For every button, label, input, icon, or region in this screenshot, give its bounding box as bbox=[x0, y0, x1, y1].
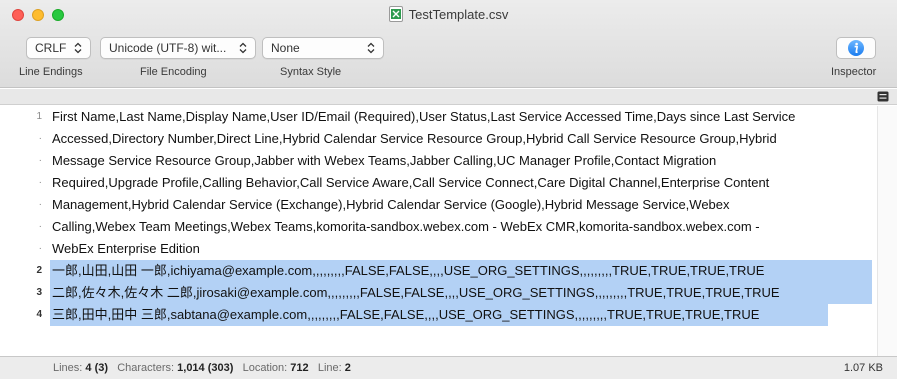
text-editor[interactable]: 1 · · · · · · 2 3 4 First Name,Last Name… bbox=[0, 106, 897, 356]
line-endings-label: Line Endings bbox=[19, 66, 83, 78]
line-endings-popup[interactable]: CRLF bbox=[26, 37, 91, 59]
file-encoding-value: Unicode (UTF-8) wit... bbox=[109, 41, 227, 55]
split-view-icon[interactable] bbox=[877, 91, 889, 102]
line-number-gutter: 1 · · · · · · 2 3 4 bbox=[0, 106, 44, 356]
editor-header-strip bbox=[0, 89, 897, 105]
line-label: Line: bbox=[317, 362, 342, 374]
text-line: Message Service Resource Group,Jabber wi… bbox=[52, 153, 717, 168]
window-title-text: TestTemplate.csv bbox=[408, 6, 509, 22]
inspector-button[interactable] bbox=[836, 37, 876, 59]
line-number: · bbox=[38, 177, 42, 188]
line-number: · bbox=[38, 199, 42, 210]
line-number: · bbox=[38, 133, 42, 144]
line-number: · bbox=[38, 243, 42, 254]
line-number: 4 bbox=[36, 309, 42, 320]
window-title: TestTemplate.csv bbox=[0, 6, 897, 22]
title-toolbar: TestTemplate.csv CRLF Unicode (UTF-8) wi… bbox=[0, 0, 897, 88]
line-number: 2 bbox=[36, 265, 42, 276]
text-line: Calling,Webex Team Meetings,Webex Teams,… bbox=[52, 219, 760, 234]
updown-arrows-icon bbox=[74, 42, 82, 54]
characters-value: 1,014 (303) bbox=[177, 362, 234, 374]
text-line: 一郎,山田,山田 一郎,ichiyama@example.com,,,,,,,,… bbox=[52, 263, 765, 278]
csv-file-icon bbox=[388, 6, 403, 22]
info-icon bbox=[848, 40, 864, 56]
text-line: Required,Upgrade Profile,Calling Behavio… bbox=[52, 175, 770, 190]
line-endings-value: CRLF bbox=[35, 41, 67, 55]
file-encoding-popup[interactable]: Unicode (UTF-8) wit... bbox=[100, 37, 256, 59]
text-line: WebEx Enterprise Edition bbox=[52, 241, 200, 256]
vertical-scrollbar[interactable] bbox=[877, 106, 897, 356]
text-line: 二郎,佐々木,佐々木 二郎,jirosaki@example.com,,,,,,… bbox=[52, 285, 780, 300]
location-value: 712 bbox=[290, 362, 309, 374]
line-number: · bbox=[38, 221, 42, 232]
syntax-style-popup[interactable]: None bbox=[262, 37, 384, 59]
text-line: Management,Hybrid Calendar Service (Exch… bbox=[52, 197, 730, 212]
file-size: 1.07 KB bbox=[843, 362, 883, 374]
text-line: First Name,Last Name,Display Name,User I… bbox=[52, 109, 796, 124]
location-label: Location: bbox=[242, 362, 288, 374]
app-window: TestTemplate.csv CRLF Unicode (UTF-8) wi… bbox=[0, 0, 897, 379]
characters-label: Characters: bbox=[117, 362, 175, 374]
lines-value: 4 (3) bbox=[85, 362, 109, 374]
syntax-style-value: None bbox=[271, 41, 300, 55]
line-number: 1 bbox=[36, 111, 42, 122]
inspector-label: Inspector bbox=[831, 66, 877, 78]
lines-label: Lines: bbox=[53, 362, 83, 374]
syntax-style-label: Syntax Style bbox=[280, 66, 342, 78]
status-info: Lines: 4 (3) Characters: 1,014 (303) Loc… bbox=[53, 362, 351, 374]
updown-arrows-icon bbox=[367, 42, 375, 54]
text-line: Accessed,Directory Number,Direct Line,Hy… bbox=[52, 131, 777, 146]
updown-arrows-icon bbox=[239, 42, 247, 54]
file-encoding-label: File Encoding bbox=[140, 66, 207, 78]
line-number: 3 bbox=[36, 287, 42, 298]
line-value: 2 bbox=[344, 362, 351, 374]
status-bar: Lines: 4 (3) Characters: 1,014 (303) Loc… bbox=[0, 356, 897, 379]
text-line: 三郎,田中,田中 三郎,sabtana@example.com,,,,,,,,,… bbox=[52, 307, 760, 322]
line-number: · bbox=[38, 155, 42, 166]
